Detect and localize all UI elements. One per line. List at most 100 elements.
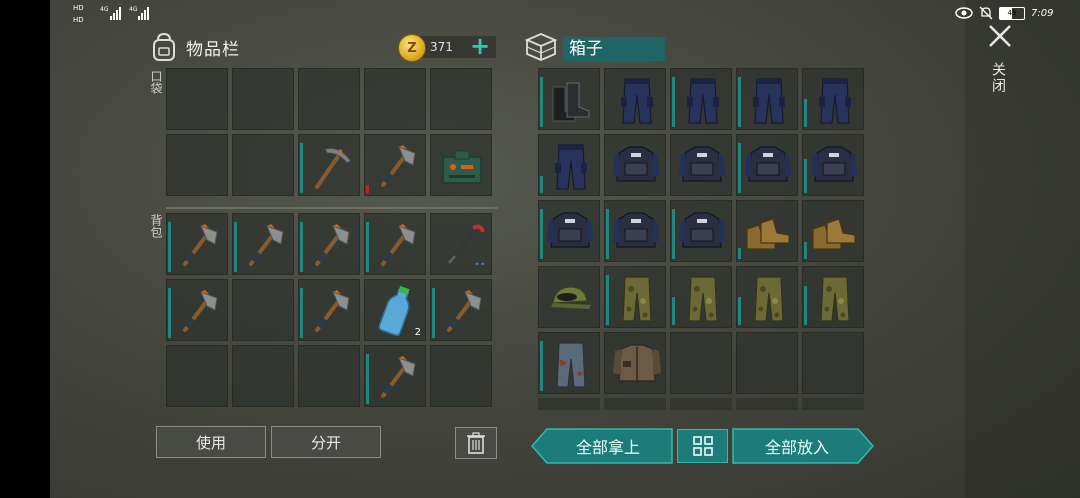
durability-bar <box>168 288 171 338</box>
take-all-button[interactable]: 全部拿上 <box>546 429 670 463</box>
mute-bell-icon <box>979 6 993 20</box>
backpack-slot[interactable] <box>430 279 492 341</box>
chest-slot[interactable] <box>604 68 666 130</box>
durability-bar <box>234 222 237 272</box>
chest-slot[interactable] <box>604 332 666 394</box>
pocket-slot[interactable] <box>232 68 294 130</box>
backpack-slot[interactable] <box>166 345 228 407</box>
ripped-pants-icon <box>556 342 586 388</box>
work-boots-icon <box>812 218 856 250</box>
pocket-slot[interactable] <box>430 134 492 196</box>
pocket-slot[interactable] <box>364 68 426 130</box>
backpack-slot[interactable]: 2 <box>364 279 426 341</box>
svg-text:HD: HD <box>73 4 84 12</box>
hatchet-icon <box>381 224 416 266</box>
inventory-header: 物品栏 <box>150 32 240 62</box>
inventory-title: 物品栏 <box>186 39 240 60</box>
chest-slot[interactable] <box>670 266 732 328</box>
use-button[interactable]: 使用 <box>156 426 266 458</box>
pocket-label: 口袋 <box>149 70 163 94</box>
camo-cap-icon <box>551 286 591 309</box>
close-label[interactable]: 关闭 <box>988 62 1008 94</box>
leather-jacket-icon <box>613 344 661 382</box>
durability-bar <box>366 222 369 272</box>
backpack-slot[interactable] <box>298 345 360 407</box>
pocket-slot[interactable] <box>298 134 360 196</box>
hatchet-icon <box>183 290 218 332</box>
chest-slot[interactable] <box>736 332 798 394</box>
chest-slot[interactable] <box>736 266 798 328</box>
close-icon[interactable] <box>986 22 1014 50</box>
backpack-slot[interactable] <box>166 279 228 341</box>
pickaxe-icon <box>315 147 352 189</box>
chest-slot[interactable] <box>670 200 732 262</box>
pocket-slot[interactable] <box>232 134 294 196</box>
add-coins-button[interactable]: + <box>470 33 490 59</box>
coin-icon: Z <box>398 34 426 62</box>
chest-slot[interactable] <box>538 266 600 328</box>
chest-slot[interactable] <box>802 68 864 130</box>
pocket-slot[interactable] <box>166 68 228 130</box>
durability-bar <box>366 354 369 404</box>
camo-pants-icon <box>754 276 784 322</box>
backpack-icon <box>153 32 175 61</box>
attachment-dots: •• <box>474 260 486 269</box>
grid-divider <box>166 207 498 209</box>
durability-bar <box>738 77 741 127</box>
backpack-slot[interactable] <box>364 345 426 407</box>
signal-status: HD HD 4G 4G <box>72 2 162 24</box>
backpack-slot[interactable] <box>232 279 294 341</box>
chest-slot[interactable] <box>802 266 864 328</box>
chest-slot[interactable] <box>802 134 864 196</box>
backpack-slot[interactable] <box>298 279 360 341</box>
durability-bar <box>606 209 609 259</box>
chest-slot[interactable] <box>802 332 864 394</box>
hatchet-icon <box>183 224 218 266</box>
chest-slot[interactable] <box>736 68 798 130</box>
pocket-slot[interactable] <box>364 134 426 196</box>
durability-bar <box>606 275 609 325</box>
pocket-slot[interactable] <box>298 68 360 130</box>
durability-bar <box>300 288 303 338</box>
chest-slot[interactable] <box>538 134 600 196</box>
backpack-slot[interactable] <box>430 345 492 407</box>
backpack-slot[interactable]: •• <box>430 213 492 275</box>
pocket-slot[interactable] <box>430 68 492 130</box>
backpack-slot[interactable] <box>364 213 426 275</box>
put-all-button[interactable]: 全部放入 <box>733 429 861 463</box>
chest-slot[interactable] <box>538 68 600 130</box>
chest-slot[interactable] <box>802 200 864 262</box>
backpack-slot[interactable] <box>232 345 294 407</box>
chest-slot[interactable] <box>736 200 798 262</box>
chest-slot[interactable] <box>670 68 732 130</box>
pocket-slot[interactable] <box>166 134 228 196</box>
hatchet-icon <box>381 356 416 398</box>
backpack-slot[interactable] <box>166 213 228 275</box>
durability-bar <box>804 286 807 325</box>
chest-grid <box>538 68 864 394</box>
chest-slot[interactable] <box>538 200 600 262</box>
chest-slot[interactable] <box>604 200 666 262</box>
chest-slot[interactable] <box>736 134 798 196</box>
sort-button[interactable] <box>677 429 728 463</box>
trash-button[interactable] <box>455 427 497 459</box>
chest-slot[interactable] <box>604 266 666 328</box>
svg-text:4G: 4G <box>100 6 109 13</box>
durability-bar <box>738 143 741 193</box>
durability-bar <box>804 99 807 127</box>
chest-icon <box>524 33 558 61</box>
durability-bar <box>672 77 675 127</box>
chest-slot[interactable] <box>604 134 666 196</box>
backpack-slot[interactable] <box>298 213 360 275</box>
camo-pants-icon <box>820 276 850 322</box>
battery-icon: 49 <box>999 6 1025 20</box>
chest-slot[interactable] <box>538 332 600 394</box>
split-button[interactable]: 分开 <box>271 426 381 458</box>
trash-icon <box>467 432 485 454</box>
chest-slot[interactable] <box>670 134 732 196</box>
durability-bar <box>672 209 675 259</box>
durability-bar <box>366 185 369 193</box>
chest-slot[interactable] <box>670 332 732 394</box>
screen-cutout <box>0 0 50 498</box>
backpack-slot[interactable] <box>232 213 294 275</box>
